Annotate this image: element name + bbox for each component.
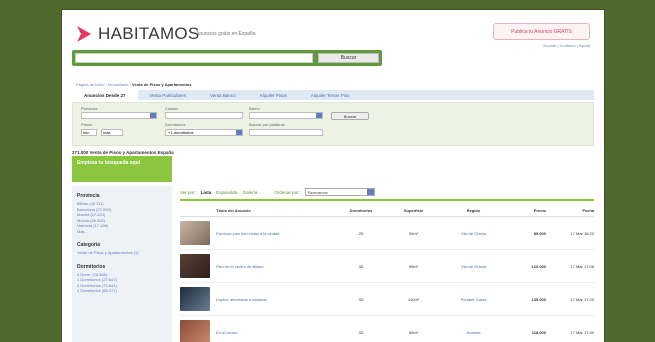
chevron-down-icon xyxy=(236,130,242,135)
view-options: Ver por: Lista Expandida Galería Ordenar… xyxy=(180,188,375,196)
listing-title[interactable]: Precioso piso con vistas a la ciudad xyxy=(216,231,336,236)
tagline: Anuncios gratis en España xyxy=(196,31,256,37)
view-gallery-option[interactable]: Galería xyxy=(243,190,258,195)
search-bar: Buscar xyxy=(72,50,382,66)
tab-alquiler-pisos[interactable]: Alquiler Pisos xyxy=(248,90,299,100)
search-button[interactable]: Buscar xyxy=(318,53,379,63)
listing-date: 17 Mar 17:06 xyxy=(570,263,594,269)
listing-price: 120.000 xyxy=(531,263,546,269)
filter-panel: Provincia Ciudad Barrio Buscar Precio mi… xyxy=(72,102,594,146)
sort-select[interactable]: Relevancia xyxy=(304,188,375,196)
header-fecha[interactable]: Fecha xyxy=(546,208,594,213)
listing-superficie: 85m² xyxy=(408,329,419,335)
category-tabs: Anuncios Desde 27 Venta Particulares Ven… xyxy=(72,90,594,100)
view-label: Ver por: xyxy=(180,189,196,195)
header-precio[interactable]: Precio xyxy=(506,208,546,213)
listing-region[interactable]: Vila de Gràcia xyxy=(441,264,506,269)
listing-title[interactable]: En el centro xyxy=(216,330,336,335)
breadcrumb: Página de Inicio › Inmobiliaria › Venta … xyxy=(76,82,191,87)
listing-photo[interactable] xyxy=(180,254,210,278)
table-row[interactable]: Duplex reformado a estrenar 3D 140m² Por… xyxy=(180,283,594,316)
provincia-select[interactable] xyxy=(81,112,157,119)
listing-region[interactable]: Vila de Gracia xyxy=(441,231,506,236)
dormitorios-select[interactable]: +1 dormitorios xyxy=(165,129,243,136)
tab-alquiler-tercer-piso[interactable]: Alquiler Tercer Piso xyxy=(299,90,362,100)
listing-dormitorios: 3D xyxy=(358,329,364,335)
listing-photo[interactable] xyxy=(180,320,210,342)
ciudad-label: Ciudad xyxy=(165,106,178,111)
listing-price: 89.000 xyxy=(533,230,546,236)
tab-venta-particulares[interactable]: Venta Particulares xyxy=(138,90,199,100)
search-input[interactable] xyxy=(75,53,313,63)
sidebar-provincia-title: Provincia xyxy=(77,193,100,199)
sidebar-item-provincia[interactable]: Más... xyxy=(77,229,167,235)
listing-title[interactable]: Piso en el centro de Bilbao xyxy=(216,264,336,269)
tab-anuncios-desde[interactable]: Anuncios Desde 27 xyxy=(72,90,138,100)
publish-ad-button[interactable]: Publica tu Anuncio GRATIS xyxy=(493,23,590,40)
listing-region[interactable]: Portalet Juana xyxy=(441,297,506,302)
provincia-label: Provincia xyxy=(81,106,98,111)
breadcrumb-current: Venta de Pisos y Apartamentos xyxy=(132,82,192,87)
table-row[interactable]: En el centro 3D 85m² Huertas 118.000 17 … xyxy=(180,316,594,342)
barrio-select[interactable] xyxy=(249,112,323,119)
breadcrumb-links[interactable]: Página de Inicio › Inmobiliaria › xyxy=(76,82,131,87)
divider xyxy=(180,199,594,201)
listing-superficie: 95m² xyxy=(408,263,419,269)
listing-price: 135.000 xyxy=(531,296,546,302)
header-dormitorios[interactable]: Dormitorios xyxy=(336,208,386,213)
view-list-option[interactable]: Lista xyxy=(201,190,212,195)
dormitorios-value: +1 dormitorios xyxy=(168,130,194,135)
logo-arrow-icon xyxy=(77,26,91,42)
keywords-label: Buscar por palabras xyxy=(249,122,285,127)
sidebar-item-dormitorios[interactable]: 3 Dormitorios (88.371) xyxy=(77,288,167,294)
sidebar-dormitorios-title: Dormitorios xyxy=(77,263,106,270)
listing-dormitorios: 3D xyxy=(358,263,364,269)
listing-dormitorios: 2D xyxy=(358,230,364,236)
table-row[interactable]: Piso en el centro de Bilbao 3D 95m² Vila… xyxy=(180,250,594,283)
precio-max-input[interactable]: máx xyxy=(101,129,123,136)
search-here-box[interactable]: Empieza tu búsqueda aquí xyxy=(72,156,172,182)
listing-date: 17 Mar 16:20 xyxy=(570,230,594,236)
chevron-down-icon xyxy=(150,113,156,118)
precio-min-input[interactable]: min xyxy=(81,129,97,136)
chevron-down-icon xyxy=(366,189,374,195)
header-superficie[interactable]: Superficie xyxy=(386,208,441,213)
sort-value: Relevancia xyxy=(307,190,328,195)
ciudad-select[interactable] xyxy=(165,112,243,119)
tab-venta-banco[interactable]: Venta Banco xyxy=(198,90,248,100)
table-row[interactable]: Precioso piso con vistas a la ciudad 2D … xyxy=(180,217,594,250)
view-expanded-option[interactable]: Expandida xyxy=(216,190,237,195)
listing-photo[interactable] xyxy=(180,221,210,245)
logo-text: HABITAMOS xyxy=(98,24,200,43)
top-links[interactable]: Accede | Contacto | Ayuda xyxy=(543,43,590,48)
table-header: Título del Anuncio Dormitorios Superfici… xyxy=(180,204,594,217)
listing-photo[interactable] xyxy=(180,287,210,311)
listing-date: 17 Mar 17:40 xyxy=(570,329,594,335)
keywords-input[interactable] xyxy=(249,129,323,136)
listings-table: Título del Anuncio Dormitorios Superfici… xyxy=(180,204,594,342)
header-title[interactable]: Título del Anuncio xyxy=(216,208,336,213)
barrio-label: Barrio xyxy=(249,106,260,111)
sort-label: Ordenar por: xyxy=(274,189,300,195)
listing-region[interactable]: Huertas xyxy=(441,330,506,335)
header-region[interactable]: Región xyxy=(441,208,506,213)
listing-title[interactable]: Duplex reformado a estrenar xyxy=(216,297,336,302)
sidebar-categoria-title: Categoría xyxy=(77,242,101,248)
listing-superficie: 140m² xyxy=(407,296,420,302)
dormitorios-label: Dormitorios xyxy=(165,122,186,127)
filter-search-button[interactable]: Buscar xyxy=(331,112,369,120)
page: HABITAMOS Anuncios gratis en España Publ… xyxy=(62,10,604,342)
sidebar-item-categoria[interactable]: Venta de Pisos y Apartamentos (1) xyxy=(77,250,167,256)
precio-label: Precio xyxy=(81,122,93,127)
results-title: 271.000 Venta de Pisos y Apartamentos Es… xyxy=(72,150,174,155)
listing-dormitorios: 3D xyxy=(358,296,364,302)
sidebar-facets: Provincia Bilbao (42.111) Barcelona (27.… xyxy=(72,186,172,342)
listing-superficie: 90m² xyxy=(408,230,419,236)
listing-date: 17 Mar 17:20 xyxy=(570,296,594,302)
listing-price: 118.000 xyxy=(531,329,546,335)
logo[interactable]: HABITAMOS xyxy=(76,24,200,44)
chevron-down-icon xyxy=(316,113,322,118)
